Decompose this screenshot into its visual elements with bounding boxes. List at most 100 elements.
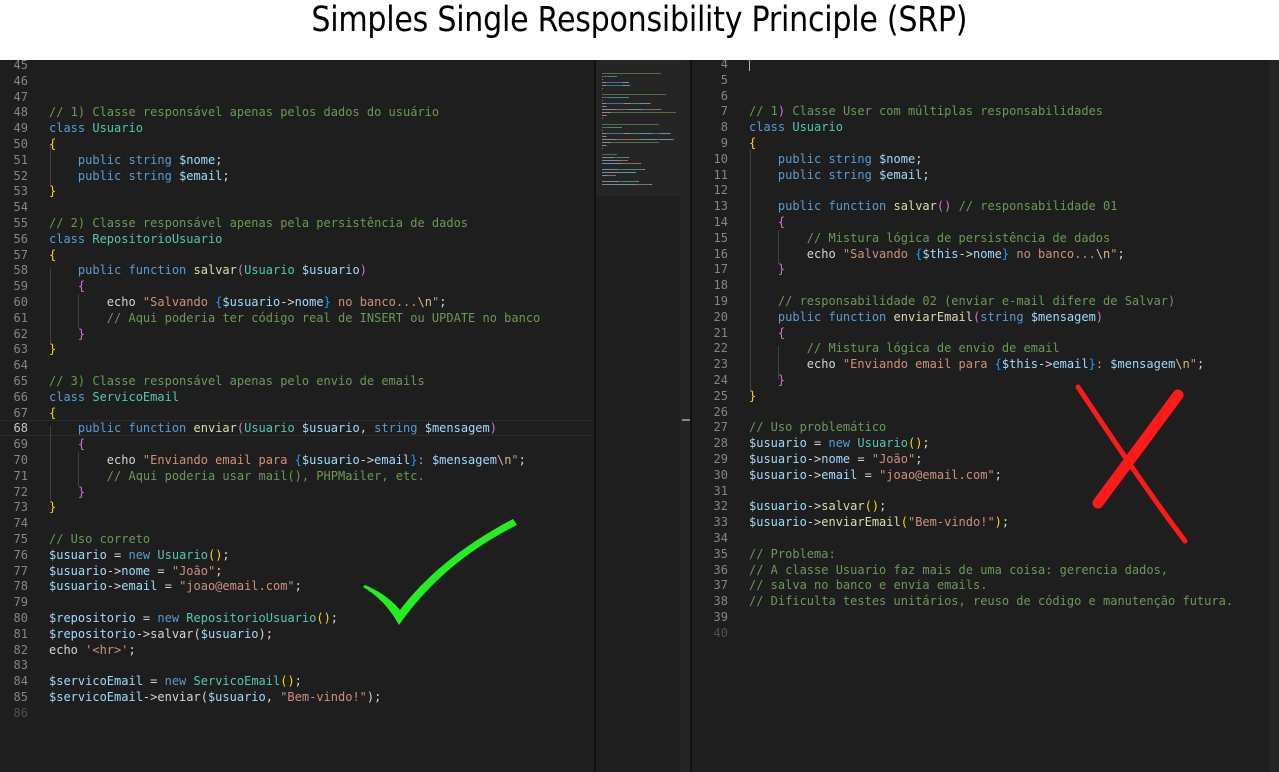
code-line[interactable]: 45 bbox=[0, 60, 594, 73]
code-line[interactable]: 64 bbox=[0, 357, 594, 373]
code-token: public bbox=[777, 167, 829, 182]
code-line[interactable]: 52 public string $email; bbox=[0, 168, 594, 184]
code-line[interactable]: 53} bbox=[0, 183, 594, 199]
code-token: \n bbox=[1175, 357, 1190, 372]
left-code-editor[interactable]: 45 46 47 48 // 1) Classe responsável apenas … bbox=[0, 60, 594, 772]
code-line[interactable]: 57 { bbox=[0, 247, 594, 263]
code-token: $this bbox=[1001, 357, 1038, 372]
line-number: 75 bbox=[13, 532, 28, 546]
code-line[interactable]: 37 // salva no banco e envia emails. bbox=[692, 577, 1279, 593]
code-line[interactable]: 4 bbox=[692, 60, 1279, 72]
code-line[interactable]: 85 $servicoEmail->enviar($usuario, "Bem-v… bbox=[0, 689, 594, 705]
code-token: ) bbox=[1095, 309, 1104, 324]
code-line[interactable]: 19 // responsabilidade 02 (enviar e-mail… bbox=[692, 293, 1279, 309]
code-line[interactable]: 60 echo "Salvando {$usuario->nome} no ba… bbox=[0, 294, 594, 310]
line-number: 58 bbox=[13, 263, 28, 278]
code-line[interactable]: 68 public function enviar(Usuario $usuar… bbox=[0, 420, 594, 436]
code-line[interactable]: 6 bbox=[692, 88, 1279, 104]
code-line[interactable]: 84 $servicoEmail = new ServicoEmail(); bbox=[0, 673, 594, 689]
code-line[interactable]: 62 } bbox=[0, 326, 594, 342]
code-line[interactable]: 72 } bbox=[0, 484, 594, 500]
code-token: "Salvando bbox=[842, 246, 916, 261]
code-token: public bbox=[77, 152, 129, 167]
code-token: Usuario bbox=[857, 436, 908, 451]
code-token: { bbox=[49, 405, 57, 420]
code-line[interactable]: 65 // 3) Classe responsável apenas pelo e… bbox=[0, 373, 594, 389]
code-line[interactable]: 73} bbox=[0, 499, 594, 515]
minimap-token bbox=[632, 133, 641, 134]
code-token: ( bbox=[900, 515, 908, 530]
code-token: = bbox=[135, 611, 158, 625]
code-line[interactable]: 82 echo '<hr>'; bbox=[0, 642, 594, 658]
minimap-token bbox=[632, 103, 641, 104]
code-token: () bbox=[864, 499, 880, 514]
code-token: // A classe Usuario faz mais de uma cois… bbox=[749, 562, 1169, 577]
code-line[interactable]: 9{ bbox=[692, 135, 1279, 151]
code-token: { bbox=[77, 437, 86, 452]
line-number: 40 bbox=[713, 625, 728, 640]
code-line[interactable]: 86 bbox=[0, 705, 594, 721]
code-line[interactable]: 11 public string $email; bbox=[692, 167, 1279, 183]
code-line[interactable]: 83 bbox=[0, 657, 594, 673]
code-line[interactable]: 8 class Usuario bbox=[692, 119, 1279, 135]
code-token: // salva no banco e envia emails. bbox=[749, 578, 988, 593]
code-line[interactable]: 67 { bbox=[0, 405, 594, 421]
code-line[interactable]: 61 // Aqui poderia ter código real de IN… bbox=[0, 310, 594, 326]
code-line[interactable]: 55 // 2) Classe responsável apenas pela p… bbox=[0, 215, 594, 231]
minimap-scrollbar[interactable] bbox=[680, 60, 690, 772]
line-number: 24 bbox=[713, 373, 728, 387]
code-line[interactable]: 21 { bbox=[692, 325, 1279, 341]
code-line[interactable]: 51 public string $nome; bbox=[0, 152, 594, 168]
code-line[interactable]: 59 { bbox=[0, 278, 594, 294]
code-line[interactable]: 58 public function salvar(Usuario $usuar… bbox=[0, 262, 594, 278]
code-line[interactable]: 40 bbox=[692, 625, 1279, 641]
code-line[interactable]: 70 echo "Enviando email para {$usuario->… bbox=[0, 452, 594, 468]
code-line[interactable]: 54 bbox=[0, 199, 594, 215]
code-line[interactable]: 23 echo "Enviando email para {$this->ema… bbox=[692, 356, 1279, 372]
indent-guide bbox=[78, 452, 79, 486]
code-line[interactable]: 5 bbox=[692, 72, 1279, 88]
code-line[interactable]: 16 echo "Salvando {$this->nome} no banco… bbox=[692, 246, 1279, 262]
code-line[interactable]: 56 class RepositorioUsuario bbox=[0, 231, 594, 247]
code-line[interactable]: 71 // Aqui poderia usar mail(), PHPMaile… bbox=[0, 468, 594, 484]
minimap[interactable] bbox=[596, 60, 690, 772]
minimap-token bbox=[606, 103, 614, 104]
code-token: { bbox=[77, 279, 86, 294]
code-token: enviarEmail bbox=[893, 309, 973, 324]
code-token: } bbox=[323, 295, 331, 309]
code-line[interactable]: 69 { bbox=[0, 436, 594, 452]
line-code: // 3) Classe responsável apenas pelo env… bbox=[49, 373, 425, 389]
code-line[interactable]: 38 // Dificulta testes unitários, reuso d… bbox=[692, 593, 1279, 609]
right-scrollbar[interactable] bbox=[1270, 60, 1279, 772]
code-token: nome bbox=[972, 246, 1002, 261]
code-line[interactable]: 14 { bbox=[692, 214, 1279, 230]
code-token: ; bbox=[215, 563, 223, 578]
line-number: 38 bbox=[713, 594, 728, 609]
code-line[interactable]: 7 // 1) Classe User com múltiplas respons… bbox=[692, 103, 1279, 119]
code-token: public bbox=[77, 168, 129, 183]
minimap-token bbox=[602, 169, 615, 170]
code-line[interactable]: 20 public function enviarEmail(string $m… bbox=[692, 309, 1279, 325]
code-line[interactable]: 47 bbox=[0, 89, 594, 105]
code-line[interactable]: 63} bbox=[0, 341, 594, 357]
code-line[interactable]: 10 public string $nome; bbox=[692, 151, 1279, 167]
code-line[interactable]: 13 public function salvar() // responsab… bbox=[692, 198, 1279, 214]
code-token: Usuario bbox=[244, 421, 302, 436]
minimap-token bbox=[618, 157, 626, 158]
code-line[interactable]: 50{ bbox=[0, 136, 594, 152]
code-line[interactable]: 36 // A classe Usuario faz mais de uma co… bbox=[692, 562, 1279, 578]
code-line[interactable]: 17 } bbox=[692, 261, 1279, 277]
code-line[interactable]: 22 // Mistura lógica de envio de email bbox=[692, 340, 1279, 356]
code-line[interactable]: 66 class ServicoEmail bbox=[0, 389, 594, 405]
code-token: "joao@email.com" bbox=[179, 579, 295, 594]
line-code: { bbox=[749, 325, 785, 341]
code-line[interactable]: 18 bbox=[692, 277, 1279, 293]
code-line[interactable]: 12 bbox=[692, 182, 1279, 198]
code-line[interactable]: 39 bbox=[692, 609, 1279, 625]
code-line[interactable]: 15 // Mistura lógica de persistência de … bbox=[692, 230, 1279, 246]
code-line[interactable]: 48 // 1) Classe responsável apenas pelos … bbox=[0, 104, 594, 120]
code-line[interactable]: 49 class Usuario bbox=[0, 120, 594, 136]
code-line[interactable]: 46 bbox=[0, 73, 594, 89]
